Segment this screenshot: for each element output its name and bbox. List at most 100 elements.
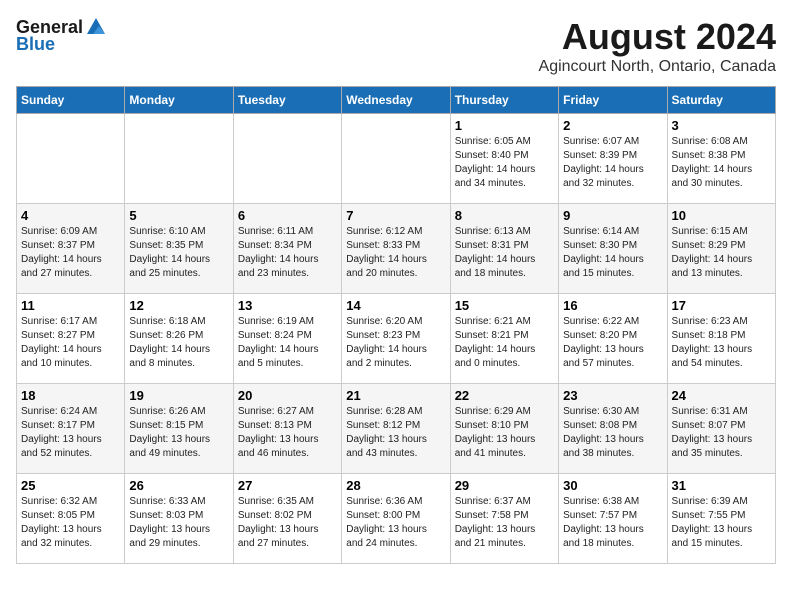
day-number: 22 [455,388,554,403]
calendar-cell: 12 Sunrise: 6:18 AM Sunset: 8:26 PM Dayli… [125,294,233,384]
calendar-cell: 17 Sunrise: 6:23 AM Sunset: 8:18 PM Dayli… [667,294,775,384]
day-number: 4 [21,208,120,223]
calendar-cell: 24 Sunrise: 6:31 AM Sunset: 8:07 PM Dayli… [667,384,775,474]
day-number: 29 [455,478,554,493]
column-header-friday: Friday [559,87,667,114]
day-info: Sunrise: 6:37 AM Sunset: 7:58 PM Dayligh… [455,495,554,551]
day-info: Sunrise: 6:21 AM Sunset: 8:21 PM Dayligh… [455,315,554,371]
header: General Blue August 2024 Agincourt North… [16,16,776,76]
calendar-cell: 27Sunrise: 6:35 AM Sunset: 8:02 PM Dayli… [233,474,341,564]
day-number: 2 [563,118,662,133]
day-number: 11 [21,298,120,313]
day-number: 10 [672,208,771,223]
day-info: Sunrise: 6:30 AM Sunset: 8:08 PM Dayligh… [563,405,662,461]
day-number: 20 [238,388,337,403]
calendar-cell: 3 Sunrise: 6:08 AM Sunset: 8:38 PM Daylig… [667,114,775,204]
day-number: 31 [672,478,771,493]
day-number: 6 [238,208,337,223]
day-number: 30 [563,478,662,493]
logo-icon [85,16,107,38]
calendar-cell: 16 Sunrise: 6:22 AM Sunset: 8:20 PM Dayli… [559,294,667,384]
day-number: 19 [129,388,228,403]
calendar-cell: 26 Sunrise: 6:33 AM Sunset: 8:03 PM Dayli… [125,474,233,564]
title-area: August 2024 Agincourt North, Ontario, Ca… [539,16,776,76]
calendar-cell: 14 Sunrise: 6:20 AM Sunset: 8:23 PM Dayli… [342,294,450,384]
calendar-week-row: 11 Sunrise: 6:17 AM Sunset: 8:27 PM Dayli… [17,294,776,384]
day-info: Sunrise: 6:26 AM Sunset: 8:15 PM Dayligh… [129,405,228,461]
day-number: 7 [346,208,445,223]
day-info: Sunrise: 6:32 AM Sunset: 8:05 PM Dayligh… [21,495,120,551]
day-info: Sunrise: 6:09 AM Sunset: 8:37 PM Dayligh… [21,225,120,281]
day-info: Sunrise: 6:10 AM Sunset: 8:35 PM Dayligh… [129,225,228,281]
calendar-cell: 7Sunrise: 6:12 AM Sunset: 8:33 PM Daylig… [342,204,450,294]
calendar-cell: 19 Sunrise: 6:26 AM Sunset: 8:15 PM Dayli… [125,384,233,474]
day-number: 5 [129,208,228,223]
day-info: Sunrise: 6:18 AM Sunset: 8:26 PM Dayligh… [129,315,228,371]
calendar-cell: 22 Sunrise: 6:29 AM Sunset: 8:10 PM Dayli… [450,384,558,474]
calendar-cell: 25 Sunrise: 6:32 AM Sunset: 8:05 PM Dayli… [17,474,125,564]
calendar-cell: 15 Sunrise: 6:21 AM Sunset: 8:21 PM Dayli… [450,294,558,384]
calendar-cell: 11 Sunrise: 6:17 AM Sunset: 8:27 PM Dayli… [17,294,125,384]
day-info: Sunrise: 6:22 AM Sunset: 8:20 PM Dayligh… [563,315,662,371]
calendar-week-row: 25 Sunrise: 6:32 AM Sunset: 8:05 PM Dayli… [17,474,776,564]
calendar-cell: 6 Sunrise: 6:11 AM Sunset: 8:34 PM Daylig… [233,204,341,294]
day-number: 13 [238,298,337,313]
day-info: Sunrise: 6:19 AM Sunset: 8:24 PM Dayligh… [238,315,337,371]
day-number: 27 [238,478,337,493]
column-header-tuesday: Tuesday [233,87,341,114]
location: Agincourt North, Ontario, Canada [539,58,776,76]
month-year: August 2024 [539,16,776,58]
calendar-cell [342,114,450,204]
column-header-wednesday: Wednesday [342,87,450,114]
day-info: Sunrise: 6:20 AM Sunset: 8:23 PM Dayligh… [346,315,445,371]
day-number: 1 [455,118,554,133]
day-number: 24 [672,388,771,403]
calendar-cell: 20 Sunrise: 6:27 AM Sunset: 8:13 PM Dayli… [233,384,341,474]
day-info: Sunrise: 6:28 AM Sunset: 8:12 PM Dayligh… [346,405,445,461]
calendar-cell: 29 Sunrise: 6:37 AM Sunset: 7:58 PM Dayli… [450,474,558,564]
day-number: 18 [21,388,120,403]
calendar-cell: 21 Sunrise: 6:28 AM Sunset: 8:12 PM Dayli… [342,384,450,474]
calendar: SundayMondayTuesdayWednesdayThursdayFrid… [16,86,776,564]
calendar-header-row: SundayMondayTuesdayWednesdayThursdayFrid… [17,87,776,114]
day-info: Sunrise: 6:08 AM Sunset: 8:38 PM Dayligh… [672,135,771,191]
day-info: Sunrise: 6:23 AM Sunset: 8:18 PM Dayligh… [672,315,771,371]
day-info: Sunrise: 6:39 AM Sunset: 7:55 PM Dayligh… [672,495,771,551]
day-number: 15 [455,298,554,313]
column-header-saturday: Saturday [667,87,775,114]
day-number: 12 [129,298,228,313]
column-header-thursday: Thursday [450,87,558,114]
day-info: Sunrise: 6:24 AM Sunset: 8:17 PM Dayligh… [21,405,120,461]
day-info: Sunrise: 6:13 AM Sunset: 8:31 PM Dayligh… [455,225,554,281]
logo: General Blue [16,16,109,55]
day-number: 23 [563,388,662,403]
day-number: 25 [21,478,120,493]
day-info: Sunrise: 6:17 AM Sunset: 8:27 PM Dayligh… [21,315,120,371]
day-info: Sunrise: 6:33 AM Sunset: 8:03 PM Dayligh… [129,495,228,551]
day-info: Sunrise: 6:31 AM Sunset: 8:07 PM Dayligh… [672,405,771,461]
calendar-cell: 5 Sunrise: 6:10 AM Sunset: 8:35 PM Daylig… [125,204,233,294]
column-header-sunday: Sunday [17,87,125,114]
calendar-cell: 23 Sunrise: 6:30 AM Sunset: 8:08 PM Dayli… [559,384,667,474]
day-info: Sunrise: 6:29 AM Sunset: 8:10 PM Dayligh… [455,405,554,461]
logo-blue: Blue [16,34,55,55]
calendar-cell: 31 Sunrise: 6:39 AM Sunset: 7:55 PM Dayli… [667,474,775,564]
day-info: Sunrise: 6:11 AM Sunset: 8:34 PM Dayligh… [238,225,337,281]
calendar-cell: 18 Sunrise: 6:24 AM Sunset: 8:17 PM Dayli… [17,384,125,474]
calendar-week-row: 18 Sunrise: 6:24 AM Sunset: 8:17 PM Dayli… [17,384,776,474]
day-number: 14 [346,298,445,313]
day-info: Sunrise: 6:38 AM Sunset: 7:57 PM Dayligh… [563,495,662,551]
day-number: 9 [563,208,662,223]
day-number: 16 [563,298,662,313]
day-number: 21 [346,388,445,403]
calendar-cell: 28Sunrise: 6:36 AM Sunset: 8:00 PM Dayli… [342,474,450,564]
day-number: 3 [672,118,771,133]
column-header-monday: Monday [125,87,233,114]
calendar-cell: 1Sunrise: 6:05 AM Sunset: 8:40 PM Daylig… [450,114,558,204]
day-info: Sunrise: 6:27 AM Sunset: 8:13 PM Dayligh… [238,405,337,461]
day-info: Sunrise: 6:36 AM Sunset: 8:00 PM Dayligh… [346,495,445,551]
calendar-cell: 4 Sunrise: 6:09 AM Sunset: 8:37 PM Daylig… [17,204,125,294]
day-number: 26 [129,478,228,493]
calendar-cell [17,114,125,204]
day-number: 17 [672,298,771,313]
